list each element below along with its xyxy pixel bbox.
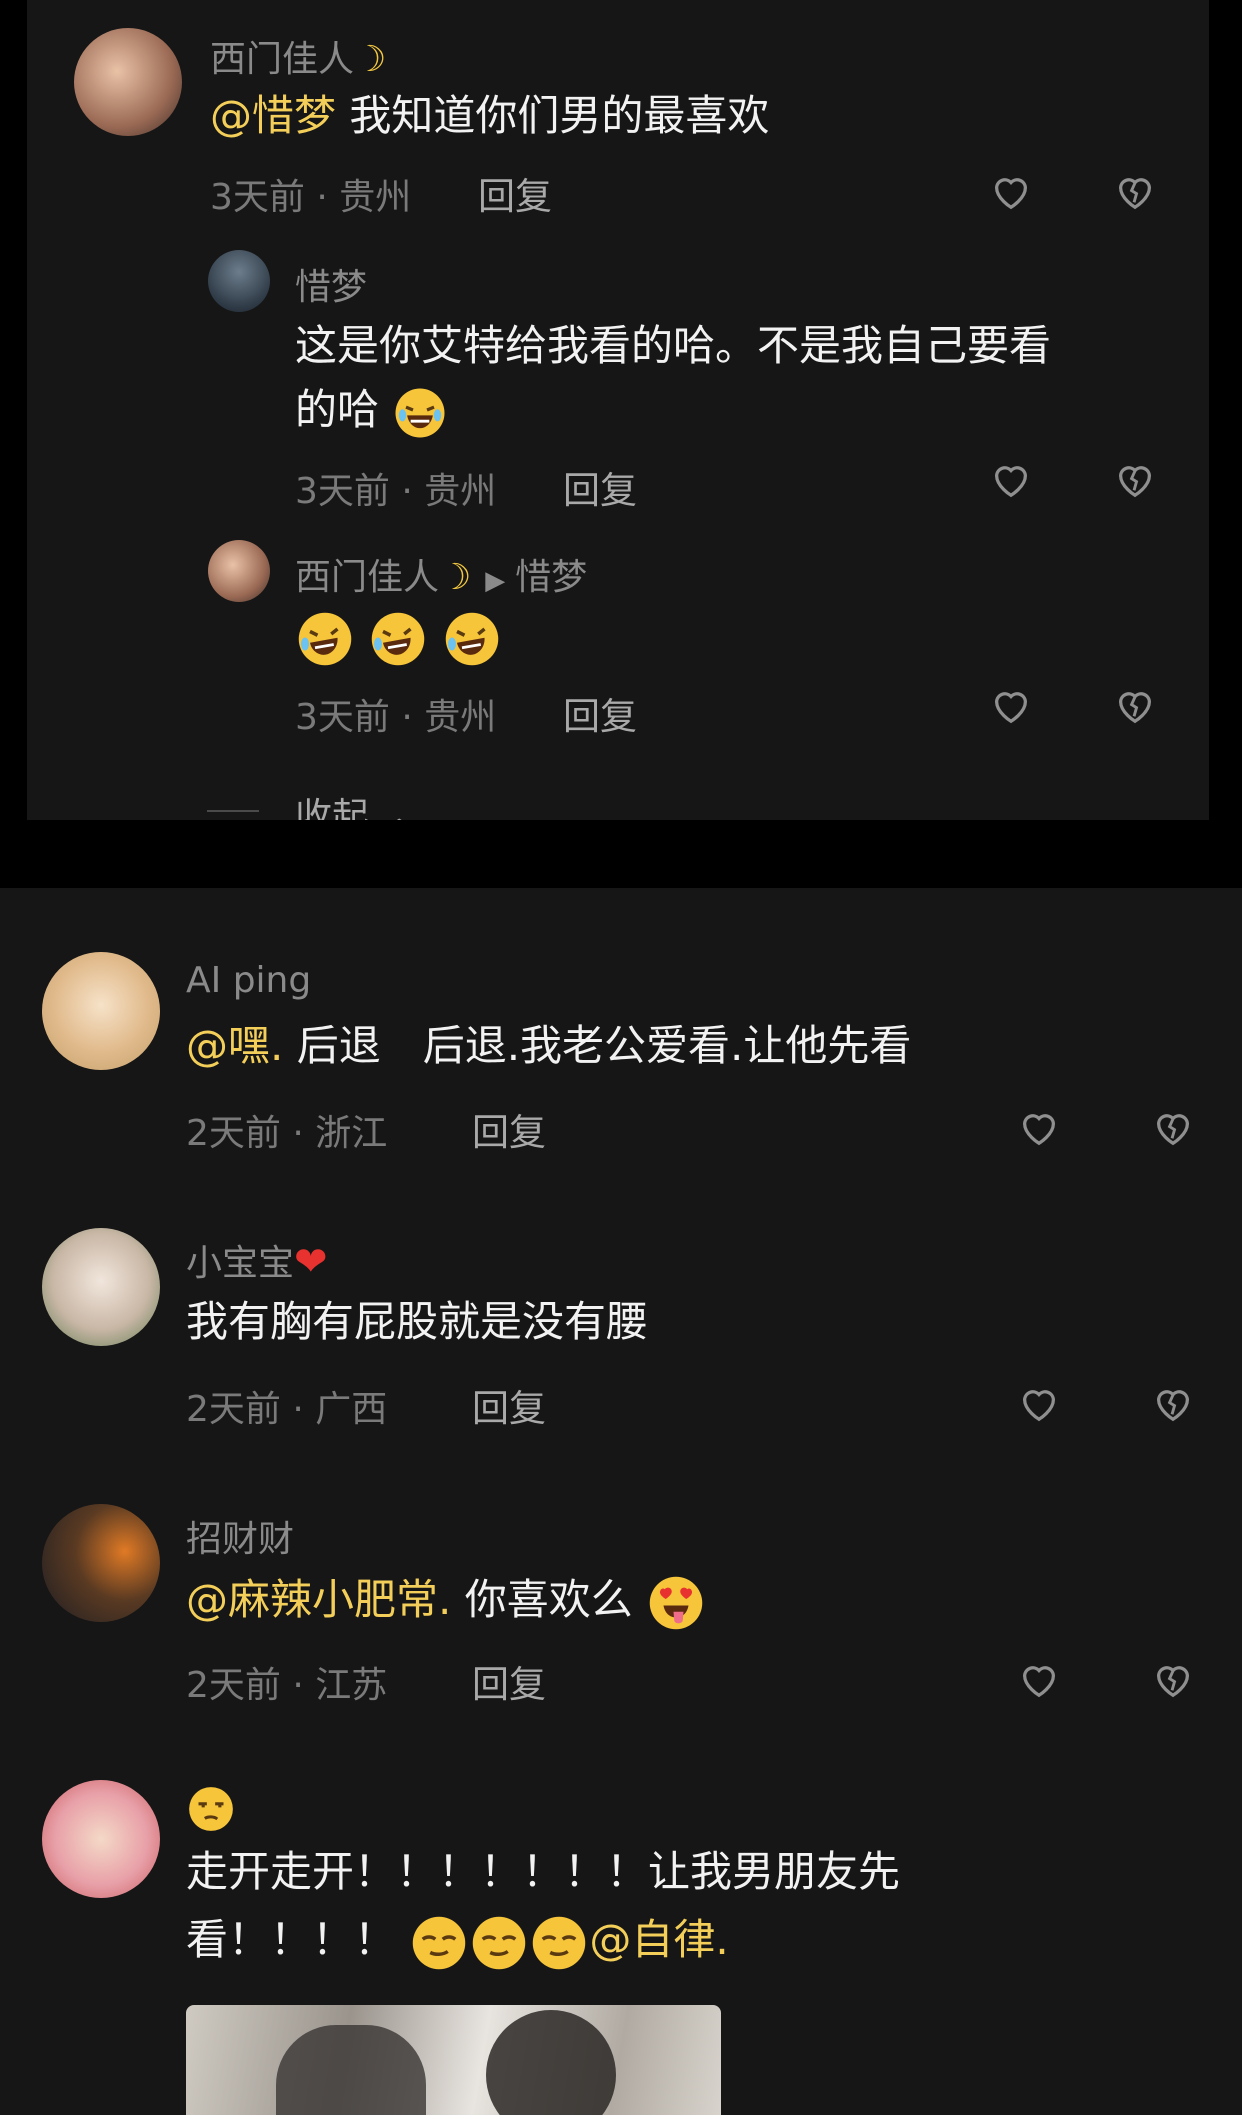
- comment-body: 后退 后退.我老公爱看.让他先看: [283, 1021, 912, 1070]
- username[interactable]: 招财财: [186, 1510, 294, 1562]
- time-location: 2天前 · 广西: [186, 1389, 388, 1430]
- comment-body: 你喜欢么: [451, 1575, 633, 1624]
- time-location: 2天前 · 浙江: [186, 1113, 388, 1154]
- username[interactable]: AI ping: [186, 960, 311, 1001]
- comment-text: 我有胸有屁股就是没有腰: [186, 1297, 649, 1346]
- heart-outline-icon[interactable]: [988, 456, 1034, 502]
- username-row: 西门佳人☽ ▶ 惜梦: [295, 548, 587, 600]
- avatar[interactable]: [208, 250, 270, 312]
- comment-attached-image[interactable]: [186, 2005, 721, 2115]
- time-location: 3天前 · 贵州: [295, 471, 497, 512]
- reply-button[interactable]: 回复: [478, 166, 552, 220]
- rofl-emoji-icon: [372, 612, 425, 665]
- username: 小宝宝: [186, 1243, 295, 1284]
- comment-text: [295, 604, 502, 668]
- heart-outline-icon[interactable]: [988, 682, 1034, 728]
- avatar[interactable]: [42, 1228, 160, 1346]
- time-location: 3天前 · 贵州: [210, 177, 412, 218]
- avatar[interactable]: [74, 28, 182, 136]
- unamused-emoji-icon: [189, 1787, 233, 1831]
- avatar[interactable]: [42, 952, 160, 1070]
- avatar[interactable]: [42, 1504, 160, 1622]
- moon-icon: ☽: [354, 39, 387, 80]
- username-row[interactable]: 小宝宝❤: [186, 1234, 328, 1286]
- reply-to-username[interactable]: 惜梦: [515, 557, 587, 598]
- rofl-emoji-icon: [298, 612, 352, 665]
- comment-text: @麻辣小肥常. 你喜欢么: [186, 1568, 706, 1633]
- rofl-emoji-icon: [445, 612, 498, 665]
- broken-heart-outline-icon[interactable]: [1112, 456, 1158, 502]
- comment-text: @嘿. 后退 后退.我老公爱看.让他先看: [186, 1014, 911, 1078]
- red-heart-icon: ❤: [294, 1239, 328, 1285]
- smirk-emoji-icon: [413, 1916, 466, 1969]
- collapse-label: 收起: [295, 795, 369, 820]
- mention-link[interactable]: @麻辣小肥常.: [186, 1575, 451, 1624]
- broken-heart-outline-icon[interactable]: [1112, 682, 1158, 728]
- time-location: 2天前 · 江苏: [186, 1665, 388, 1706]
- broken-heart-outline-icon[interactable]: [1112, 168, 1158, 214]
- mention-link[interactable]: @自律.: [589, 1915, 728, 1964]
- comment-body: 看！！！！: [186, 1915, 397, 1964]
- laughing-tears-emoji-icon: [395, 388, 445, 437]
- username[interactable]: 惜梦: [295, 258, 367, 310]
- avatar[interactable]: [208, 540, 270, 602]
- heart-outline-icon[interactable]: [1016, 1380, 1062, 1426]
- avatar[interactable]: [42, 1780, 160, 1898]
- time-location: 3天前 · 贵州: [295, 697, 497, 738]
- username-text: 西门佳人: [210, 39, 355, 80]
- divider-line: [207, 810, 259, 812]
- mention-link[interactable]: @嘿.: [186, 1021, 283, 1070]
- comment-body: 的哈: [295, 385, 380, 434]
- comment-body: 我知道你们男的最喜欢: [336, 91, 770, 140]
- heart-outline-icon[interactable]: [1016, 1656, 1062, 1702]
- mention-link[interactable]: @惜梦: [210, 91, 336, 140]
- collapse-row[interactable]: 收起 ︿: [27, 770, 1209, 820]
- heart-eyes-tongue-emoji-icon: [649, 1576, 703, 1629]
- comment-text: 的哈: [295, 378, 448, 442]
- username[interactable]: 西门佳人☽: [210, 30, 386, 82]
- comment-text: 走开走开！！！！！！！让我男朋友先: [186, 1847, 901, 1896]
- broken-heart-outline-icon[interactable]: [1150, 1656, 1196, 1702]
- chevron-up-icon: ︿: [369, 795, 418, 820]
- comment-text: @惜梦 我知道你们男的最喜欢: [210, 84, 769, 148]
- reply-button[interactable]: 回复: [472, 1102, 546, 1156]
- collapse-button[interactable]: 收起 ︿: [295, 786, 418, 820]
- image-figure-shape: [276, 2025, 426, 2115]
- reply-button[interactable]: 回复: [472, 1378, 546, 1432]
- username[interactable]: 西门佳人: [295, 557, 439, 598]
- image-figure-shape: [486, 2010, 616, 2115]
- moon-icon: ☽: [439, 557, 472, 598]
- heart-outline-icon[interactable]: [1016, 1104, 1062, 1150]
- reply-arrow-icon: ▶: [485, 566, 506, 596]
- reply-button[interactable]: 回复: [472, 1654, 546, 1708]
- smirk-emoji-icon: [533, 1916, 586, 1969]
- comment-text: 看！！！！ @自律.: [186, 1908, 729, 1973]
- reply-button[interactable]: 回复: [563, 686, 637, 740]
- reply-button[interactable]: 回复: [563, 460, 637, 514]
- broken-heart-outline-icon[interactable]: [1150, 1104, 1196, 1150]
- comment-text: 这是你艾特给我看的哈。不是我自己要看: [295, 321, 1052, 370]
- smirk-emoji-icon: [473, 1916, 526, 1969]
- heart-outline-icon[interactable]: [988, 168, 1034, 214]
- broken-heart-outline-icon[interactable]: [1150, 1380, 1196, 1426]
- username[interactable]: [186, 1784, 236, 1836]
